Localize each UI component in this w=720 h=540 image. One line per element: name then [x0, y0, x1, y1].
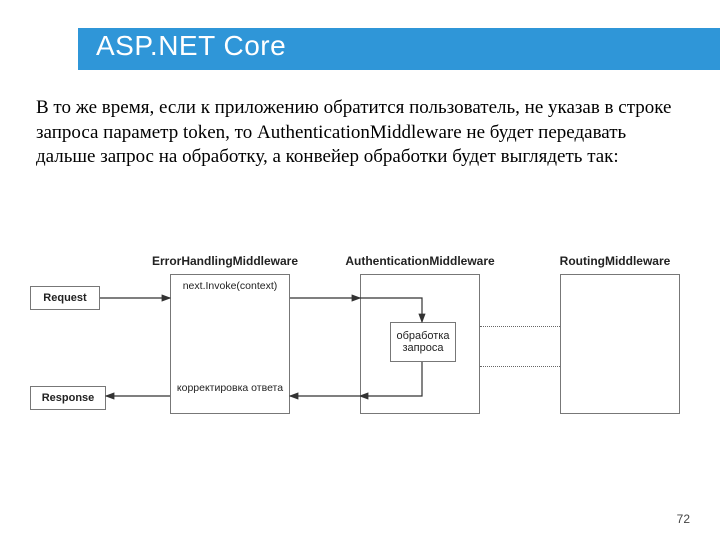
request-label: Request: [30, 286, 100, 310]
page-title: ASP.NET Core: [96, 30, 286, 62]
routing-middleware-box: [560, 274, 680, 414]
auth-middleware-title: AuthenticationMiddleware: [330, 254, 510, 268]
error-top-caption: next.Invoke(context): [176, 280, 284, 292]
response-label: Response: [30, 386, 106, 410]
error-bottom-caption: корректировка ответа: [176, 382, 284, 394]
body-paragraph: В то же время, если к приложению обратит…: [36, 96, 684, 170]
slide: ASP.NET Core В то же время, если к прило…: [0, 0, 720, 540]
dotted-back: [480, 366, 560, 367]
routing-middleware-title: RoutingMiddleware: [540, 254, 690, 268]
error-middleware-title: ErrorHandlingMiddleware: [140, 254, 310, 268]
dotted-forward: [480, 326, 560, 327]
auth-center-box: обработка запроса: [390, 322, 456, 362]
middleware-diagram: Request Response ErrorHandlingMiddleware…: [20, 236, 700, 444]
page-number: 72: [677, 512, 690, 526]
